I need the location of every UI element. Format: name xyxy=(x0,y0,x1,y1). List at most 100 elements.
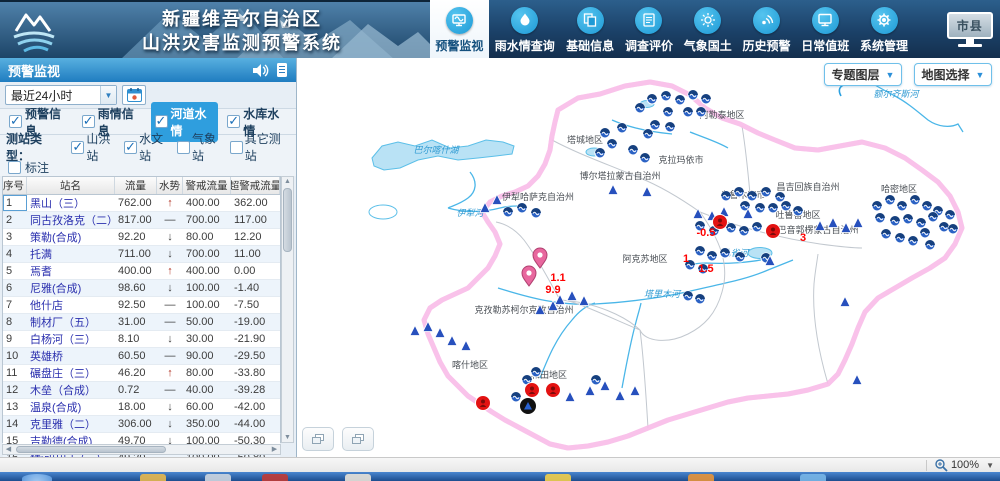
city-county-button[interactable]: 市县 xyxy=(939,0,1000,58)
station-type-item-2[interactable]: 气象站 xyxy=(177,130,226,164)
station-type-checkbox[interactable] xyxy=(230,141,243,154)
river-station-marker[interactable] xyxy=(793,206,803,216)
column-header-over[interactable]: 超警戒流量 xyxy=(231,177,280,194)
v-scroll-thumb[interactable] xyxy=(283,188,292,252)
river-station-marker[interactable] xyxy=(945,210,955,220)
column-header-flow[interactable]: 流量 xyxy=(115,177,157,194)
river-station-marker[interactable] xyxy=(939,222,949,232)
table-row[interactable]: 11碾盘庄（三）46.20↑80.00-33.80 xyxy=(3,365,280,382)
river-station-marker[interactable] xyxy=(511,392,521,402)
river-station-marker[interactable] xyxy=(643,129,653,139)
river-station-marker[interactable] xyxy=(600,128,610,138)
river-station-marker[interactable] xyxy=(895,233,905,243)
filter-checkbox[interactable] xyxy=(227,115,240,128)
zoom-control[interactable]: 100% ▼ xyxy=(935,459,994,472)
flood-station-marker[interactable] xyxy=(615,391,625,401)
river-station-marker[interactable] xyxy=(925,240,935,250)
filter-checkbox[interactable] xyxy=(9,115,22,128)
river-station-marker[interactable] xyxy=(647,94,657,104)
station-type-item-3[interactable]: 其它测站 xyxy=(230,130,290,164)
taskbar-icon[interactable] xyxy=(205,474,231,481)
sound-icon[interactable] xyxy=(253,64,270,77)
table-row[interactable]: 9白杨河（三）8.10↓30.00-21.90 xyxy=(3,331,280,348)
taskbar-icon[interactable] xyxy=(545,474,571,481)
river-station-marker[interactable] xyxy=(628,145,638,155)
river-station-marker[interactable] xyxy=(517,203,527,213)
scroll-up-arrow[interactable]: ▲ xyxy=(282,177,293,186)
river-station-marker[interactable] xyxy=(595,148,605,158)
river-station-marker[interactable] xyxy=(683,107,693,117)
river-station-marker[interactable] xyxy=(695,246,705,256)
table-row[interactable]: 4托满711.00↓700.0011.00 xyxy=(3,246,280,263)
flood-station-marker[interactable] xyxy=(435,328,445,338)
river-station-marker[interactable] xyxy=(752,222,762,232)
nav-item-survey-evaluation[interactable]: 调查评价 xyxy=(620,0,679,58)
flood-station-marker[interactable] xyxy=(567,291,577,301)
flood-station-marker[interactable] xyxy=(447,336,457,346)
river-station-marker[interactable] xyxy=(696,107,706,117)
flood-station-marker[interactable] xyxy=(410,326,420,336)
log-book-icon[interactable] xyxy=(276,63,288,77)
flood-station-marker[interactable] xyxy=(585,386,595,396)
river-station-marker[interactable] xyxy=(885,195,895,205)
river-station-marker[interactable] xyxy=(695,294,705,304)
table-row[interactable]: 5焉耆400.00↑400.000.00 xyxy=(3,263,280,280)
flood-station-marker[interactable] xyxy=(630,386,640,396)
flood-station-marker[interactable] xyxy=(642,187,652,197)
river-station-marker[interactable] xyxy=(721,191,731,201)
river-station-marker[interactable] xyxy=(650,120,660,130)
river-station-marker[interactable] xyxy=(503,207,513,217)
flood-station-marker[interactable] xyxy=(579,296,589,306)
h-scrollbar[interactable]: ◀ ▶ xyxy=(2,444,281,455)
v-scrollbar[interactable]: ▲ ▼ xyxy=(281,176,294,443)
alarm-station-marker[interactable] xyxy=(525,383,540,398)
nav-item-daily-duty[interactable]: 日常值班 xyxy=(796,0,855,58)
river-station-marker[interactable] xyxy=(531,367,541,377)
taskbar-icon[interactable] xyxy=(688,474,714,481)
river-station-marker[interactable] xyxy=(897,201,907,211)
river-station-marker[interactable] xyxy=(768,203,778,213)
table-row[interactable]: 2同古孜洛克（二）817.00—700.00117.00 xyxy=(3,212,280,229)
alarm-station-marker[interactable] xyxy=(546,383,561,398)
table-row[interactable]: 13温泉(合成)18.00↓60.00-42.00 xyxy=(3,399,280,416)
river-station-marker[interactable] xyxy=(775,192,785,202)
river-station-marker[interactable] xyxy=(591,375,601,385)
river-station-marker[interactable] xyxy=(781,201,791,211)
river-station-marker[interactable] xyxy=(665,122,675,132)
table-row[interactable]: 14克里雅（二）306.00↓350.00-44.00 xyxy=(3,416,280,433)
table-row[interactable]: 6尼雅(合成)98.60↓100.00-1.40 xyxy=(3,280,280,297)
river-station-marker[interactable] xyxy=(739,226,749,236)
topic-layer-button[interactable]: 专题图层 ▼ xyxy=(824,63,902,86)
map-tool-button-2[interactable] xyxy=(342,427,374,451)
flood-station-marker[interactable] xyxy=(828,218,838,228)
flood-station-marker[interactable] xyxy=(853,218,863,228)
h-scroll-thumb[interactable] xyxy=(16,446,166,453)
river-station-marker[interactable] xyxy=(734,187,744,197)
taskbar-icon[interactable] xyxy=(262,474,288,481)
river-station-marker[interactable] xyxy=(720,248,730,258)
river-station-marker[interactable] xyxy=(761,187,771,197)
river-station-marker[interactable] xyxy=(735,252,745,262)
nav-item-rain-water-query[interactable]: 雨水情查询 xyxy=(489,0,561,58)
nav-item-basic-info[interactable]: 基础信息 xyxy=(561,0,620,58)
alarm-station-marker[interactable] xyxy=(766,224,781,239)
table-row[interactable]: 8制材厂（五）31.00—50.00-19.00 xyxy=(3,314,280,331)
river-station-marker[interactable] xyxy=(755,203,765,213)
river-station-marker[interactable] xyxy=(910,195,920,205)
scroll-right-arrow[interactable]: ▶ xyxy=(269,445,280,454)
river-station-marker[interactable] xyxy=(663,107,673,117)
river-station-marker[interactable] xyxy=(675,95,685,105)
column-header-name[interactable]: 站名 xyxy=(27,177,115,194)
river-station-marker[interactable] xyxy=(701,94,711,104)
taskbar-icon[interactable] xyxy=(140,474,166,481)
table-row[interactable]: 3策勒(合成)92.20↓80.0012.20 xyxy=(3,229,280,246)
map-select-button[interactable]: 地图选择 ▼ xyxy=(914,63,992,86)
map-canvas[interactable]: 阿勒泰地区塔城地区克拉玛依市博尔塔拉蒙古自治州伊犁哈萨克自治州昌吉回族自治州乌鲁… xyxy=(297,58,1000,457)
table-row[interactable]: 10英雄桥60.50—90.00-29.50 xyxy=(3,348,280,365)
river-station-marker[interactable] xyxy=(875,213,885,223)
station-type-item-0[interactable]: 山洪站 xyxy=(71,130,120,164)
column-header-trend[interactable]: 水势 xyxy=(157,177,183,194)
alarm-station-marker[interactable] xyxy=(476,396,491,411)
column-header-warn[interactable]: 警戒流量 xyxy=(183,177,231,194)
nav-item-warning-monitor[interactable]: 预警监视 xyxy=(430,0,489,58)
